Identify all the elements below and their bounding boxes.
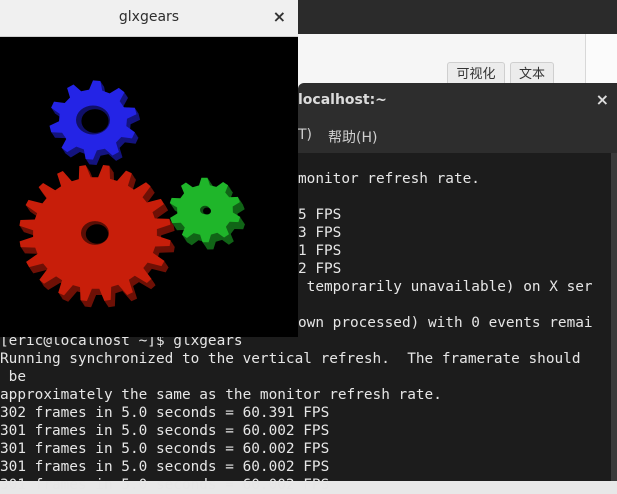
terminal-line: own processed) with 0 events remai xyxy=(298,315,593,331)
red-gear-icon xyxy=(19,165,175,308)
glxgears-close-icon[interactable]: × xyxy=(273,7,286,26)
terminal-close-icon[interactable]: × xyxy=(596,90,609,109)
terminal-line: 302 frames in 5.0 seconds = 60.391 FPS xyxy=(0,405,330,421)
terminal-line: 2 FPS xyxy=(298,261,342,277)
terminal-menubar: T) 帮助(H) xyxy=(298,119,617,153)
terminal-line: monitor refresh rate. xyxy=(298,171,480,187)
gears-illustration xyxy=(19,80,245,308)
terminal-line: 301 frames in 5.0 seconds = 60.002 FPS xyxy=(0,459,330,475)
terminal-line: 5 FPS xyxy=(298,207,342,223)
terminal-scrollbar[interactable] xyxy=(611,153,617,481)
terminal-line: 3 FPS xyxy=(298,225,342,241)
glxgears-canvas xyxy=(0,37,298,337)
menu-terminal[interactable]: T) xyxy=(298,127,312,143)
terminal-line: be xyxy=(0,369,26,385)
terminal-titlebar[interactable]: localhost:~ × xyxy=(298,83,617,119)
glxgears-title: glxgears xyxy=(118,9,180,25)
terminal-line: 301 frames in 5.0 seconds = 60.002 FPS xyxy=(0,423,330,439)
glxgears-titlebar[interactable]: glxgears × xyxy=(0,0,298,37)
terminal-line: temporarily unavailable) on X ser xyxy=(298,279,593,295)
terminal-line: 301 frames in 5.0 seconds = 60.002 FPS xyxy=(0,441,330,457)
terminal-line: 1 FPS xyxy=(298,243,342,259)
green-gear-icon xyxy=(169,177,245,250)
background-window-titlebar xyxy=(298,0,617,34)
terminal-line: 301 frames in 5.0 seconds = 60.002 FPS xyxy=(0,477,330,493)
menu-help[interactable]: 帮助(H) xyxy=(328,127,377,147)
blue-gear-icon xyxy=(49,80,141,165)
terminal-title: localhost:~ xyxy=(298,92,387,108)
terminal-line: approximately the same as the monitor re… xyxy=(0,387,442,403)
glxgears-window[interactable]: glxgears × xyxy=(0,0,298,337)
terminal-line: Running synchronized to the vertical ref… xyxy=(0,351,581,367)
